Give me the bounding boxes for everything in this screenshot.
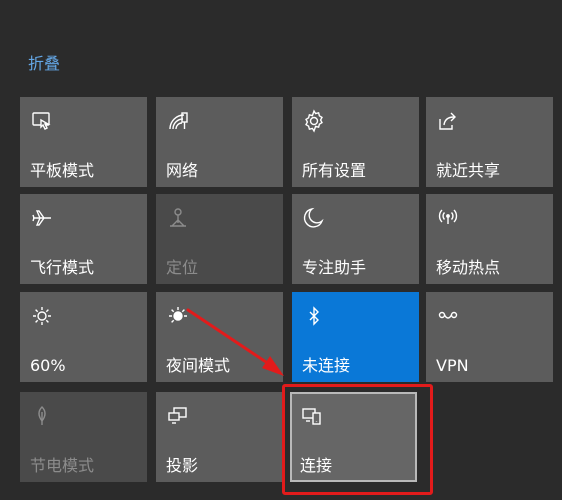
tile-label: 专注助手 <box>302 258 367 277</box>
tile-connect[interactable]: 连接 <box>290 392 417 482</box>
tile-label: 连接 <box>300 456 333 475</box>
tile-tablet-mode[interactable]: 平板模式 <box>20 97 147 187</box>
network-icon <box>166 109 190 133</box>
tile-battery-saver[interactable]: 节电模式 <box>20 392 147 482</box>
tile-nearby-share[interactable]: 就近共享 <box>426 97 553 187</box>
tablet-mode-icon <box>30 109 54 133</box>
tile-label: 60% <box>30 356 66 375</box>
tile-vpn[interactable]: VPN <box>426 292 553 382</box>
tile-label: 所有设置 <box>302 161 367 180</box>
tile-label: 平板模式 <box>30 161 95 180</box>
tile-label: 节电模式 <box>30 456 95 475</box>
gear-icon <box>302 109 326 133</box>
nearby-share-icon <box>436 109 460 133</box>
tile-all-settings[interactable]: 所有设置 <box>292 97 419 187</box>
project-icon <box>166 404 190 428</box>
tile-mobile-hotspot[interactable]: 移动热点 <box>426 194 553 284</box>
tile-label: 夜间模式 <box>166 356 231 375</box>
tile-label: 飞行模式 <box>30 258 95 277</box>
tile-network[interactable]: 网络 <box>156 97 283 187</box>
tile-project[interactable]: 投影 <box>156 392 283 482</box>
tile-brightness[interactable]: 60% <box>20 292 147 382</box>
location-icon <box>166 206 190 230</box>
tile-label: 网络 <box>166 161 199 180</box>
tile-airplane-mode[interactable]: 飞行模式 <box>20 194 147 284</box>
connect-icon <box>300 404 324 428</box>
tile-night-light[interactable]: 夜间模式 <box>156 292 283 382</box>
tile-focus-assist[interactable]: 专注助手 <box>292 194 419 284</box>
brightness-icon <box>30 304 54 328</box>
battery-saver-icon <box>30 404 54 428</box>
tile-label: VPN <box>436 356 469 375</box>
quick-actions-grid: 平板模式 网络 所有设置 就近共享 飞行模式 定位 专注助手 移动热点 60% … <box>0 0 562 500</box>
tile-label: 投影 <box>166 456 199 475</box>
tile-label: 未连接 <box>302 356 351 375</box>
tile-label: 定位 <box>166 258 199 277</box>
tile-label: 移动热点 <box>436 258 501 277</box>
airplane-icon <box>30 206 54 230</box>
tile-location[interactable]: 定位 <box>156 194 283 284</box>
tile-bluetooth[interactable]: 未连接 <box>292 292 419 382</box>
tile-label: 就近共享 <box>436 161 501 180</box>
hotspot-icon <box>436 206 460 230</box>
vpn-icon <box>436 304 460 328</box>
night-light-icon <box>166 304 190 328</box>
bluetooth-icon <box>302 304 326 328</box>
moon-icon <box>302 206 326 230</box>
